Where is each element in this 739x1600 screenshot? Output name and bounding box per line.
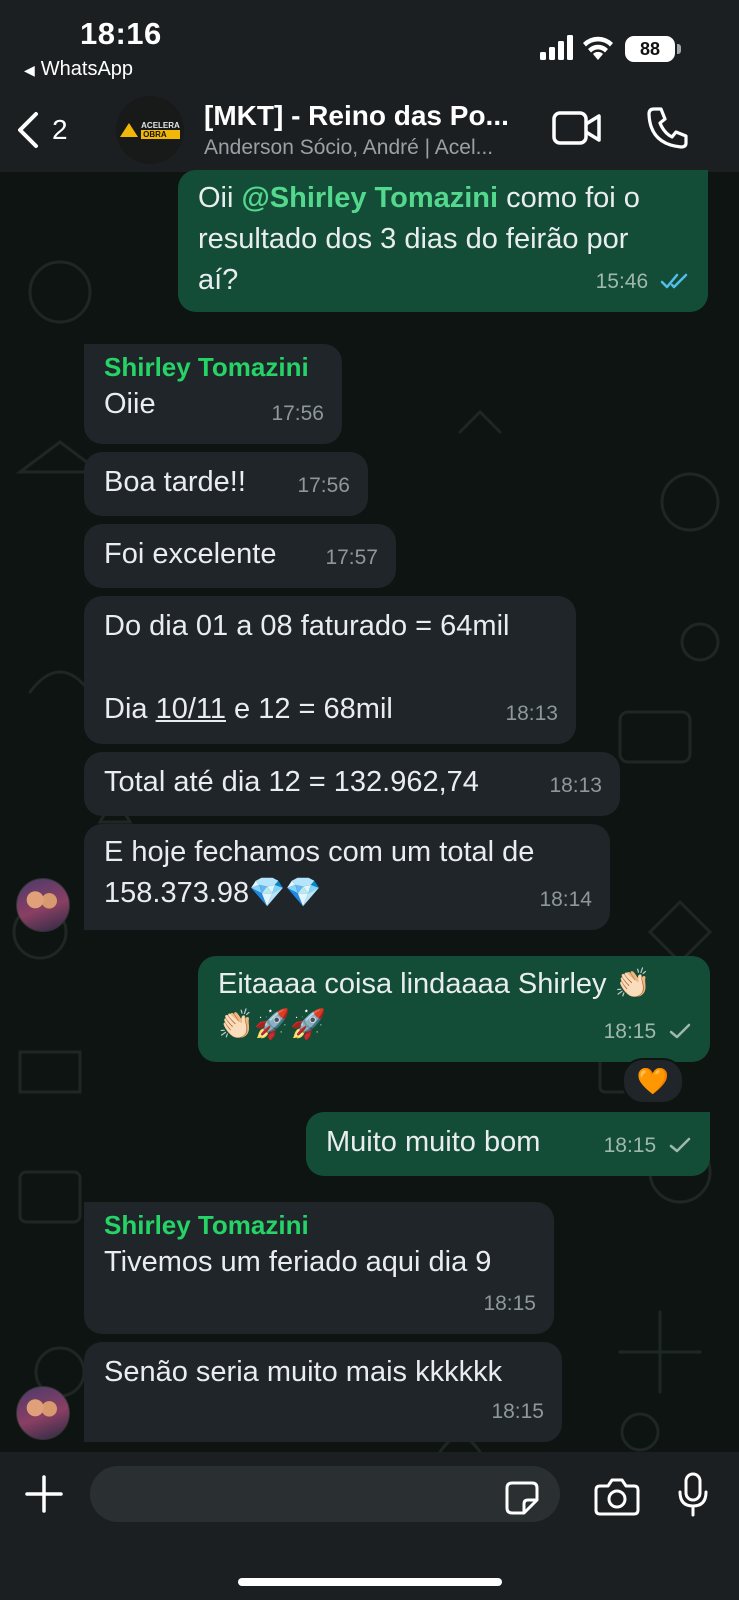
- video-call-button[interactable]: [552, 110, 602, 151]
- logo-bottom-text: OBRA: [141, 130, 180, 139]
- phone-icon: [647, 107, 688, 149]
- back-app-label: WhatsApp: [40, 58, 134, 80]
- message-time: 18:15: [604, 1125, 692, 1166]
- message-time: 17:57: [325, 546, 378, 569]
- sender-name[interactable]: Shirley Tomazini: [104, 350, 322, 384]
- orange-heart-icon: 🧡: [636, 1065, 670, 1096]
- date-link[interactable]: 10/11: [156, 693, 226, 725]
- logo-mark-icon: [120, 123, 139, 137]
- message-text-line: 158.373.98💎💎: [104, 877, 322, 909]
- message-bubble-incoming[interactable]: Shirley Tomazini Tivemos um feriado aqui…: [84, 1202, 554, 1334]
- message-bubble-outgoing[interactable]: Eitaaaa coisa lindaaaa Shirley 👏🏻 👏🏻🚀🚀 1…: [198, 956, 710, 1062]
- message-bubble-incoming[interactable]: Boa tarde!! 17:56: [84, 452, 368, 516]
- group-members[interactable]: Anderson Sócio, André | Acel...: [204, 136, 534, 160]
- message-text-line: Do dia 01 a 08 faturado = 64mil: [104, 610, 510, 642]
- sticker-icon: [505, 1481, 539, 1515]
- logo-top-text: ACELERA: [141, 121, 180, 130]
- group-avatar[interactable]: ACELERA OBRA: [116, 96, 184, 164]
- message-text: Senão seria muito mais kkkkkk: [104, 1356, 503, 1388]
- plus-icon: [25, 1475, 63, 1513]
- status-bar: 18:16 ◀ WhatsApp 88: [0, 0, 739, 92]
- microphone-icon: [678, 1472, 708, 1517]
- message-text-line: Dia 10/11 e 12 = 68mil: [104, 693, 393, 725]
- message-time: 15:46: [596, 261, 690, 302]
- mention-link[interactable]: @Shirley Tomazini: [242, 182, 499, 214]
- sticker-button[interactable]: [504, 1480, 540, 1521]
- message-time: 18:14: [539, 888, 592, 911]
- message-time: 18:15: [483, 1292, 536, 1315]
- chevron-left-icon: [18, 112, 38, 148]
- home-indicator[interactable]: [238, 1578, 502, 1586]
- single-check-icon: [669, 1023, 691, 1039]
- message-text: Oii @Shirley Tomazini como foi o: [198, 182, 640, 214]
- single-check-icon: [669, 1137, 691, 1153]
- wifi-icon: [583, 36, 613, 60]
- battery-indicator: 88: [625, 36, 675, 62]
- message-time: 18:13: [505, 702, 558, 725]
- back-triangle-icon: ◀: [24, 62, 35, 78]
- message-time: 18:15: [604, 1011, 692, 1052]
- message-input[interactable]: [90, 1466, 560, 1522]
- sender-avatar[interactable]: [16, 1386, 70, 1440]
- message-bubble-incoming[interactable]: Senão seria muito mais kkkkkk 18:15: [84, 1342, 562, 1442]
- battery-tip: [677, 44, 681, 54]
- message-text: Total até dia 12 = 132.962,74: [104, 766, 479, 798]
- unread-count: 2: [52, 114, 68, 145]
- camera-button[interactable]: [594, 1476, 640, 1521]
- message-bubble-incoming[interactable]: Foi excelente 17:57: [84, 524, 396, 588]
- acelera-obra-logo: ACELERA OBRA: [120, 121, 180, 139]
- message-text-line: resultado dos 3 dias do feirão por: [198, 223, 629, 255]
- message-time: 17:56: [297, 474, 350, 497]
- message-bubble-incoming[interactable]: E hoje fechamos com um total de 158.373.…: [84, 824, 610, 930]
- camera-icon: [594, 1478, 640, 1516]
- message-bubble-incoming[interactable]: Shirley Tomazini Oiie 17:56: [84, 344, 342, 444]
- back-to-app-link[interactable]: ◀ WhatsApp: [24, 58, 133, 81]
- group-name[interactable]: [MKT] - Reino das Po...: [204, 100, 534, 132]
- message-bubble-incoming[interactable]: Do dia 01 a 08 faturado = 64mil Dia 10/1…: [84, 596, 576, 744]
- voice-message-button[interactable]: [678, 1472, 708, 1523]
- message-reaction[interactable]: 🧡: [622, 1058, 684, 1104]
- sender-name[interactable]: Shirley Tomazini: [104, 1208, 534, 1242]
- message-bubble-incoming[interactable]: Total até dia 12 = 132.962,74 18:13: [84, 752, 620, 816]
- message-time: 18:13: [549, 774, 602, 797]
- composer-bar: [0, 1452, 739, 1600]
- attach-button[interactable]: [24, 1474, 64, 1519]
- message-time: 18:15: [491, 1400, 544, 1423]
- sender-avatar[interactable]: [16, 878, 70, 932]
- message-text-line: Eitaaaa coisa lindaaaa Shirley 👏🏻: [218, 968, 651, 1000]
- back-button[interactable]: 2: [14, 108, 68, 152]
- chat-header: 2 ACELERA OBRA [MKT] - Reino das Po... A…: [0, 92, 739, 172]
- cellular-signal-icon: [540, 35, 573, 60]
- double-check-read-icon: [660, 273, 688, 289]
- message-bubble-outgoing[interactable]: Oii @Shirley Tomazini como foi o resulta…: [178, 170, 708, 312]
- voice-call-button[interactable]: [646, 106, 688, 155]
- signal-wifi-icons: [540, 35, 613, 60]
- message-bubble-outgoing[interactable]: Muito muito bom 18:15: [306, 1112, 710, 1176]
- message-text: Tivemos um feriado aqui dia 9: [104, 1246, 492, 1278]
- status-time: 18:16: [80, 16, 162, 51]
- video-camera-icon: [552, 111, 601, 145]
- message-text-line: E hoje fechamos com um total de: [104, 836, 535, 868]
- message-time: 17:56: [271, 402, 324, 425]
